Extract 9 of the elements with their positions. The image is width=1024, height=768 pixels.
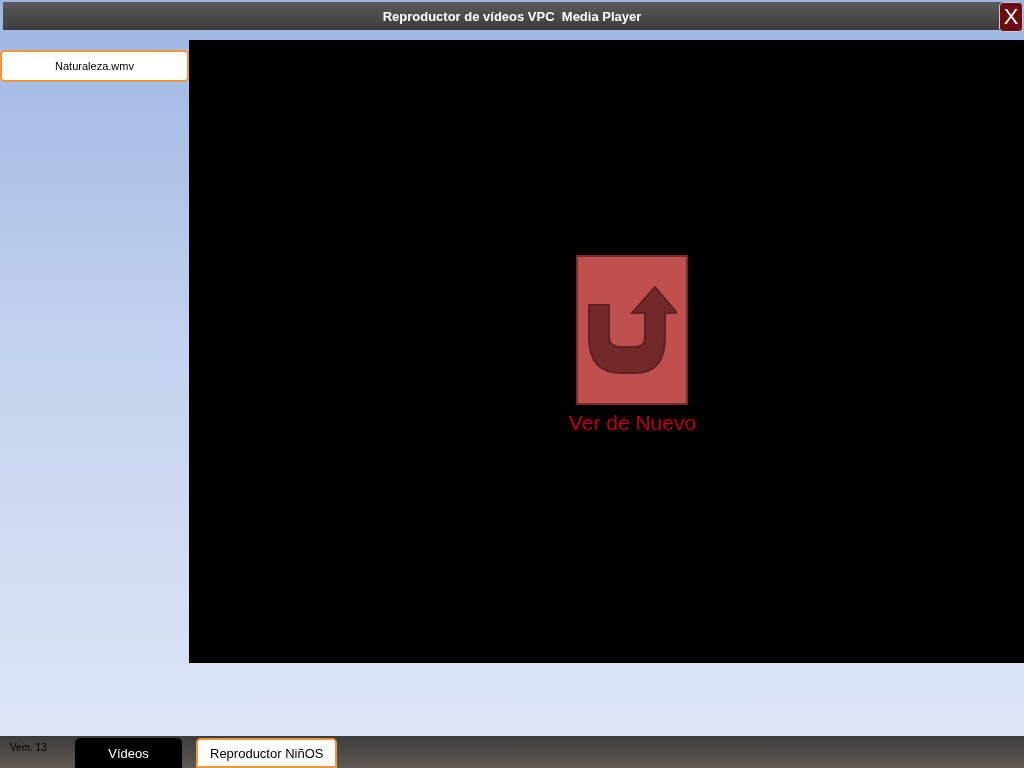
replay-button[interactable] [576, 254, 689, 405]
replay-label: Ver de Nuevo [568, 410, 697, 435]
u-turn-arrow-icon [587, 284, 678, 375]
version-label: Vem. 13 [10, 742, 48, 753]
close-button[interactable]: X [999, 2, 1023, 32]
window-title: Reproductor de vídeos VPC Media Player [382, 8, 642, 24]
tab[interactable]: Vídeos [75, 738, 182, 768]
playlist-item[interactable]: Naturaleza.wmv [0, 50, 189, 82]
tab[interactable]: Reproductor NiñOS [196, 738, 338, 768]
